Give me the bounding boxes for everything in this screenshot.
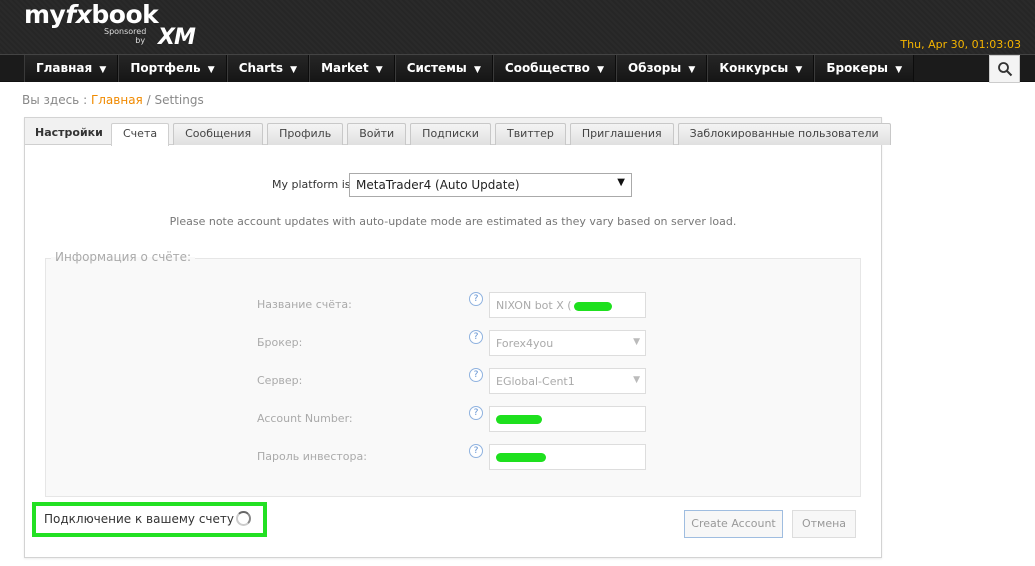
chevron-down-icon: ▼ (375, 65, 383, 75)
auto-update-note: Please note account updates with auto-up… (169, 215, 737, 228)
nav-menu: Главная ▼ Портфель ▼ Charts ▼ Market ▼ Систе… (24, 55, 915, 82)
tab-1[interactable]: Сообщения (173, 123, 264, 145)
nav-item-label: Charts (238, 61, 283, 75)
tab-3[interactable]: Войти (347, 123, 407, 145)
search-button[interactable] (989, 55, 1020, 83)
settings-tabbar: Настройки Счета Сообщения Профиль Войти Подп… (25, 118, 891, 146)
breadcrumb-prefix: Вы здесь : (22, 93, 88, 107)
redaction-mark (574, 302, 612, 311)
investor-password-label: Пароль инвестора: (257, 450, 367, 463)
fieldset-legend: Информация о счёте: (51, 250, 196, 264)
xm-logo[interactable]: XM (158, 25, 196, 50)
tab-7[interactable]: Заблокированные пользователи (677, 123, 891, 145)
redaction-mark (496, 415, 542, 424)
broker-label: Брокер: (257, 336, 303, 349)
platform-row: My platform is: MetaTrader4 (Auto Update… (25, 173, 881, 197)
myfxbook-logo[interactable]: myfxbook (24, 0, 159, 29)
platform-selected-value: MetaTrader4 (Auto Update) (356, 178, 520, 192)
server-datetime: Thu, Apr 30, 01:03:03 (900, 38, 1021, 51)
account-number-row: Account Number: ? (25, 406, 881, 432)
account-number-input[interactable] (489, 406, 646, 432)
nav-item-2[interactable]: Charts ▼ (226, 55, 310, 82)
by-label: by (135, 36, 146, 45)
investor-password-input[interactable] (489, 444, 646, 470)
help-icon[interactable]: ? (469, 444, 483, 458)
breadcrumb: Вы здесь : Главная / Settings (22, 93, 204, 107)
nav-item-label: Системы (406, 61, 467, 75)
nav-item-label: Портфель (130, 61, 201, 75)
dropdown-arrow-icon: ▼ (633, 337, 640, 347)
sponsored-label: Sponsored (104, 27, 147, 36)
broker-value: Forex4you (496, 337, 554, 350)
settings-tabs: Счета Сообщения Профиль Войти Подписки Твитте… (111, 123, 895, 146)
chevron-down-icon: ▼ (99, 65, 107, 75)
nav-item-8[interactable]: Брокеры ▼ (814, 55, 915, 82)
breadcrumb-home-link[interactable]: Главная (91, 93, 143, 107)
breadcrumb-separator: / (146, 93, 151, 107)
tab-4[interactable]: Подписки (410, 123, 491, 145)
dropdown-arrow-icon: ▼ (617, 177, 625, 188)
nav-item-3[interactable]: Market ▼ (309, 55, 395, 82)
nav-item-label: Market (321, 61, 369, 75)
nav-item-7[interactable]: Конкурсы ▼ (707, 55, 815, 82)
help-icon[interactable]: ? (469, 330, 483, 344)
chevron-down-icon: ▼ (597, 65, 604, 75)
chevron-down-icon: ▼ (895, 65, 903, 75)
help-icon[interactable]: ? (469, 292, 483, 306)
sponsored-by: Sponsored by (104, 27, 146, 45)
nav-item-0[interactable]: Главная ▼ (24, 55, 119, 82)
account-name-value: NIXON bot X ( (496, 299, 572, 312)
logo-text-book: book (91, 0, 159, 29)
nav-item-5[interactable]: Сообщество ▼ (492, 55, 616, 82)
logo-text-fx: fx (65, 0, 92, 29)
server-label: Сервер: (257, 374, 303, 387)
chevron-down-icon: ▼ (290, 65, 298, 75)
site-header: myfxbook Sponsored by XM Thu, Apr 30, 01… (0, 0, 1035, 54)
tab-5[interactable]: Твиттер (494, 123, 566, 145)
platform-label: My platform is: (272, 178, 355, 191)
server-row: Сервер: ? EGlobal-Cent1 ▼ (25, 368, 881, 394)
server-select[interactable]: EGlobal-Cent1 ▼ (489, 368, 646, 394)
account-name-input[interactable]: NIXON bot X ( (489, 292, 646, 318)
create-account-button[interactable]: Create Account (684, 510, 783, 538)
dropdown-arrow-icon: ▼ (633, 375, 640, 385)
broker-row: Брокер: ? Forex4you ▼ (25, 330, 881, 356)
chevron-down-icon: ▼ (207, 65, 215, 75)
panel-title: Настройки (35, 126, 103, 139)
account-name-label: Название счёта: (257, 298, 352, 311)
account-number-label: Account Number: (257, 412, 353, 425)
investor-password-row: Пароль инвестора: ? (25, 444, 881, 470)
logo-text-my: my (24, 0, 66, 29)
tab-2[interactable]: Профиль (267, 123, 344, 145)
nav-item-6[interactable]: Обзоры ▼ (615, 55, 708, 82)
broker-select[interactable]: Forex4you ▼ (489, 330, 646, 356)
help-icon[interactable]: ? (469, 406, 483, 420)
account-name-row: Название счёта: ? NIXON bot X ( (25, 292, 881, 318)
server-value: EGlobal-Cent1 (496, 375, 575, 388)
connection-status-box: Подключение к вашему счету (32, 502, 267, 537)
tab-6[interactable]: Приглашения (569, 123, 674, 145)
loading-spinner-icon (236, 511, 251, 526)
chevron-down-icon: ▼ (688, 65, 696, 75)
nav-item-label: Конкурсы (719, 61, 789, 75)
cancel-button[interactable]: Отмена (792, 510, 856, 538)
nav-item-label: Обзоры (627, 61, 682, 75)
nav-item-label: Главная (36, 61, 93, 75)
search-icon (997, 62, 1012, 77)
nav-item-4[interactable]: Системы ▼ (394, 55, 493, 82)
chevron-down-icon: ▼ (795, 65, 803, 75)
connection-status-text: Подключение к вашему счету (44, 512, 234, 526)
nav-item-label: Сообщество (504, 61, 590, 75)
platform-select[interactable]: MetaTrader4 (Auto Update) ▼ (349, 173, 632, 197)
nav-item-1[interactable]: Портфель ▼ (118, 55, 227, 82)
help-icon[interactable]: ? (469, 368, 483, 382)
chevron-down-icon: ▼ (473, 65, 481, 75)
breadcrumb-current: Settings (154, 93, 204, 107)
nav-item-label: Брокеры (826, 61, 889, 75)
settings-panel: Настройки Счета Сообщения Профиль Войти Подп… (24, 117, 891, 558)
main-nav: Главная ▼ Портфель ▼ Charts ▼ Market ▼ Систе… (0, 54, 1035, 82)
redaction-mark (496, 453, 546, 462)
tab-0[interactable]: Счета (111, 123, 170, 146)
